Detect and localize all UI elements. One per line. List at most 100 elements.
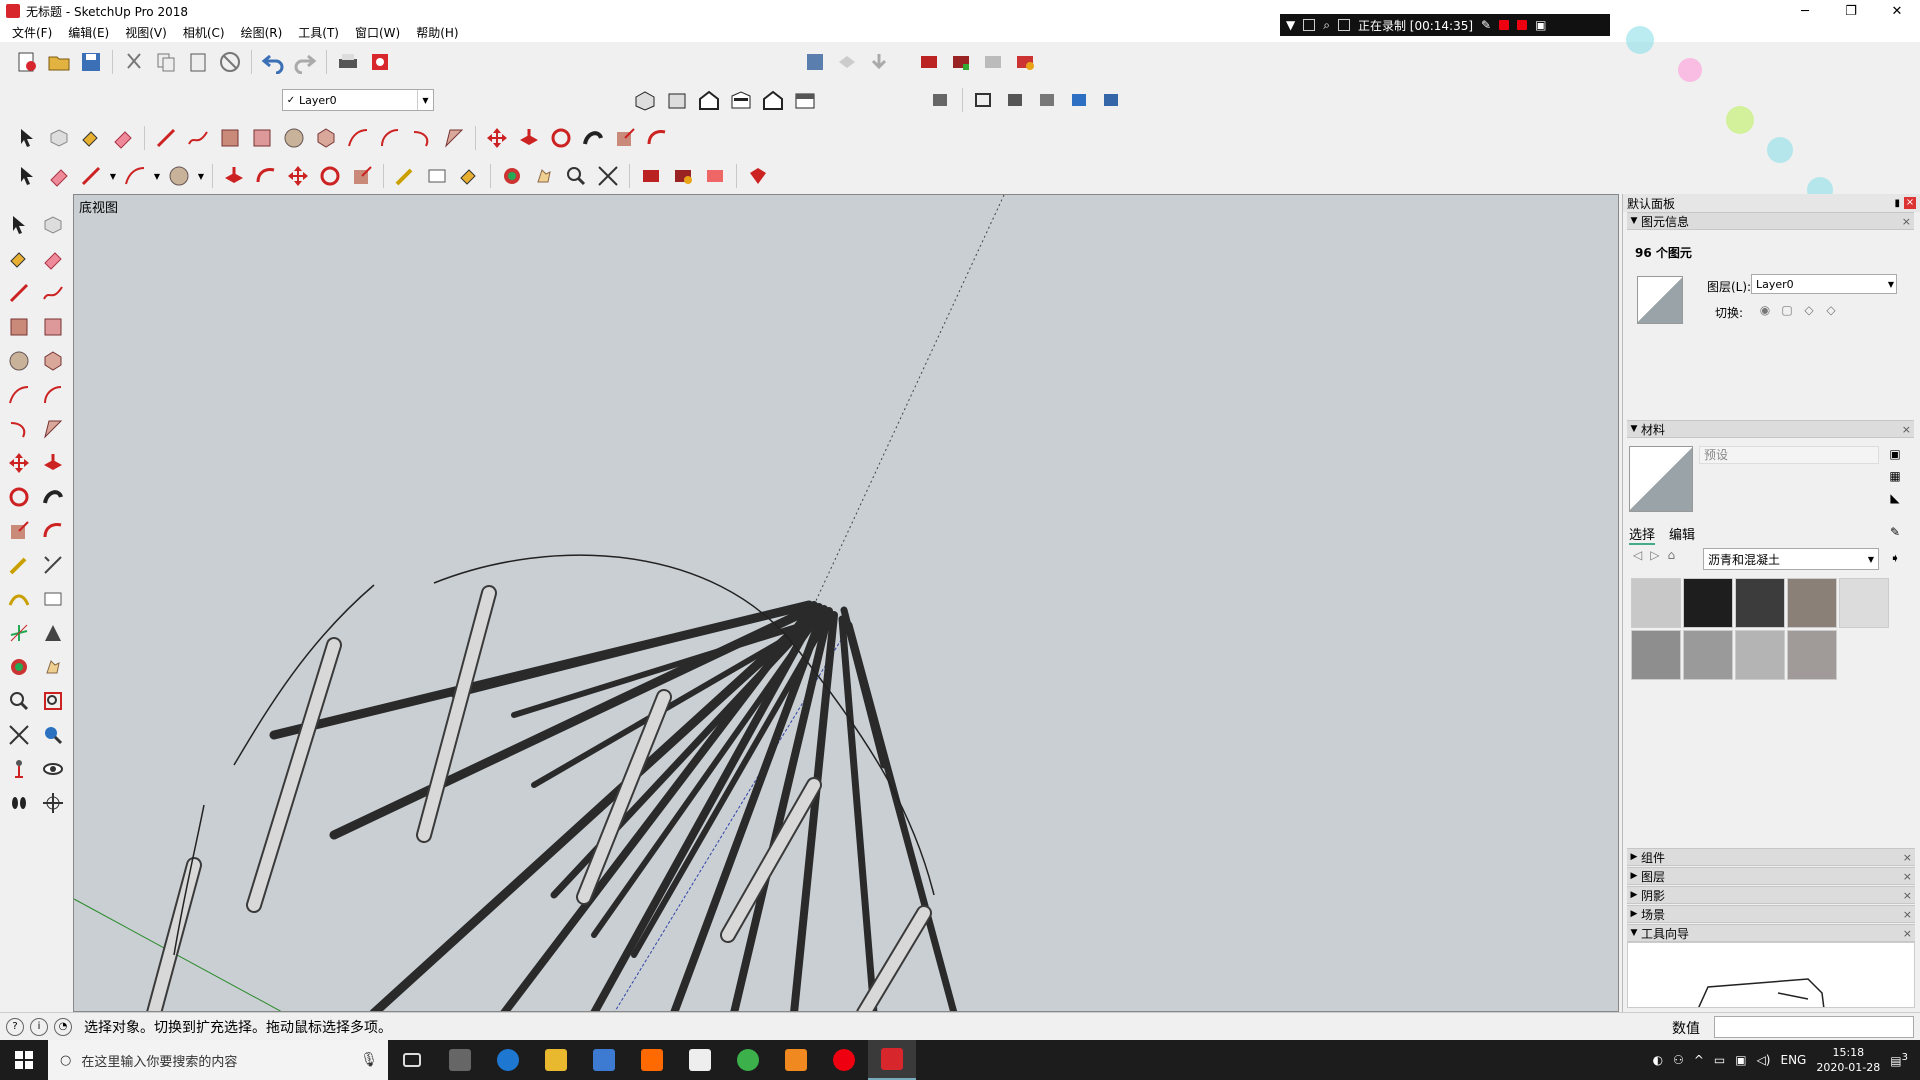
follow-me-icon[interactable] [578, 123, 608, 153]
taskbar-clock[interactable]: 15:18 2020-01-28 [1816, 1045, 1880, 1075]
orbit-icon[interactable] [2, 650, 36, 684]
back-arrow-icon[interactable]: ◁ [1633, 548, 1642, 562]
right-view-icon[interactable] [726, 85, 756, 115]
instructor-header[interactable]: ▼ 工具向导 × [1627, 924, 1915, 942]
print-icon[interactable] [333, 47, 363, 77]
component-icon[interactable] [44, 123, 74, 153]
material-swatch[interactable] [1735, 630, 1785, 680]
axes-icon[interactable] [2, 616, 36, 650]
close-icon[interactable]: × [1903, 870, 1912, 883]
pause-icon[interactable] [1499, 20, 1510, 30]
visibility-eye-icon[interactable]: ◉ [1757, 302, 1773, 318]
zoom-icon[interactable] [561, 161, 591, 191]
paint-bucket-icon[interactable] [454, 161, 484, 191]
tape-measure-icon[interactable] [390, 161, 420, 191]
menu-help[interactable]: 帮助(H) [408, 24, 466, 41]
ruby-console-icon[interactable] [743, 161, 773, 191]
monochrome-style-icon[interactable] [1097, 85, 1127, 115]
receive-shadow-icon[interactable]: ◇ [1823, 302, 1839, 318]
windows-start-icon[interactable] [0, 1040, 48, 1080]
menu-edit[interactable]: 编辑(E) [60, 24, 117, 41]
dropdown-icon[interactable]: ▼ [1286, 18, 1295, 32]
entity-info-header[interactable]: ▼ 图元信息 × [1627, 212, 1914, 230]
material-swatch[interactable] [1839, 578, 1889, 628]
measurements-input[interactable] [1714, 1016, 1914, 1038]
menu-file[interactable]: 文件(F) [4, 24, 60, 41]
polygon-icon[interactable] [311, 123, 341, 153]
rotated-rectangle-icon[interactable] [36, 310, 70, 344]
arc-icon[interactable] [2, 378, 36, 412]
materials-header[interactable]: ▼ 材料 × [1627, 420, 1914, 438]
eraser-icon[interactable] [44, 161, 74, 191]
shaded-style-icon[interactable] [1033, 85, 1063, 115]
material-swatch[interactable] [1787, 578, 1837, 628]
menu-camera[interactable]: 相机(C) [175, 24, 233, 41]
shadows-header[interactable]: ▶ 阴影 × [1627, 886, 1915, 904]
rotate-icon[interactable] [315, 161, 345, 191]
download-icon[interactable] [864, 47, 894, 77]
dimension-icon[interactable] [36, 548, 70, 582]
people-icon[interactable]: ⚇ [1673, 1053, 1684, 1067]
warehouse-3d-icon[interactable] [636, 161, 666, 191]
layer-dropdown[interactable]: ✓ Layer0 ▼ [282, 89, 434, 111]
share-model-icon[interactable] [832, 47, 862, 77]
edge-browser-icon[interactable] [484, 1040, 532, 1080]
select-arrow-icon[interactable] [12, 161, 42, 191]
two-point-arc-icon[interactable] [36, 378, 70, 412]
open-folder-icon[interactable] [44, 47, 74, 77]
mail-app-icon[interactable] [676, 1040, 724, 1080]
close-icon[interactable]: × [1902, 215, 1911, 228]
sketchup-taskbar-icon[interactable] [868, 1040, 916, 1080]
zoom-extents-icon[interactable] [593, 161, 623, 191]
pan-hand-icon[interactable] [529, 161, 559, 191]
pen-icon[interactable]: ✎ [1481, 18, 1491, 32]
material-swatch[interactable] [1683, 578, 1733, 628]
warehouse-icon[interactable] [800, 47, 830, 77]
rotate-icon[interactable] [546, 123, 576, 153]
window-icon[interactable] [1303, 19, 1316, 31]
move-icon[interactable] [2, 446, 36, 480]
chevron-down-icon[interactable]: ▼ [196, 161, 206, 191]
camera-icon[interactable]: ▣ [1535, 18, 1546, 32]
scale-icon[interactable] [2, 514, 36, 548]
select-arrow-icon[interactable] [12, 123, 42, 153]
extension-warehouse-icon[interactable] [914, 47, 944, 77]
save-icon[interactable] [76, 47, 106, 77]
eyedropper-icon[interactable]: ✎ [1887, 524, 1903, 540]
line-pencil-icon[interactable] [76, 161, 106, 191]
create-material-icon[interactable]: ▦ [1887, 468, 1903, 484]
menu-tools[interactable]: 工具(T) [290, 24, 347, 41]
push-pull-icon[interactable] [36, 446, 70, 480]
model-info-icon[interactable] [365, 47, 395, 77]
back-view-icon[interactable] [758, 85, 788, 115]
protractor-icon[interactable] [2, 582, 36, 616]
chevron-down-icon[interactable]: ▼ [108, 161, 118, 191]
rectangle-icon[interactable] [215, 123, 245, 153]
freehand-icon[interactable] [36, 276, 70, 310]
pan-hand-icon[interactable] [36, 650, 70, 684]
calculator-app-icon[interactable] [436, 1040, 484, 1080]
material-name-input[interactable]: 预设 [1699, 446, 1879, 464]
layers-header[interactable]: ▶ 图层 × [1627, 867, 1915, 885]
line-pencil-icon[interactable] [2, 276, 36, 310]
volume-icon[interactable]: ◁) [1757, 1053, 1771, 1067]
follow-me-icon[interactable] [36, 480, 70, 514]
material-swatch[interactable] [1631, 578, 1681, 628]
tray-app-icon[interactable]: ◐ [1653, 1053, 1663, 1067]
undo-icon[interactable] [258, 47, 288, 77]
close-icon[interactable]: × [1903, 889, 1912, 902]
rectangle-icon[interactable] [2, 310, 36, 344]
front-view-icon[interactable] [694, 85, 724, 115]
extension-manager-icon[interactable] [946, 47, 976, 77]
scale-icon[interactable] [610, 123, 640, 153]
tape-measure-icon[interactable] [2, 548, 36, 582]
offset-icon[interactable] [642, 123, 672, 153]
scale-icon[interactable] [347, 161, 377, 191]
redo-icon[interactable] [290, 47, 320, 77]
menu-draw[interactable]: 绘图(R) [233, 24, 291, 41]
close-button[interactable]: ✕ [1874, 0, 1920, 22]
geolocation-icon[interactable]: ? [6, 1017, 24, 1036]
display-secondary-icon[interactable]: ▣ [1887, 446, 1903, 462]
cast-shadow-icon[interactable]: ◇ [1801, 302, 1817, 318]
three-point-arc-icon[interactable] [407, 123, 437, 153]
